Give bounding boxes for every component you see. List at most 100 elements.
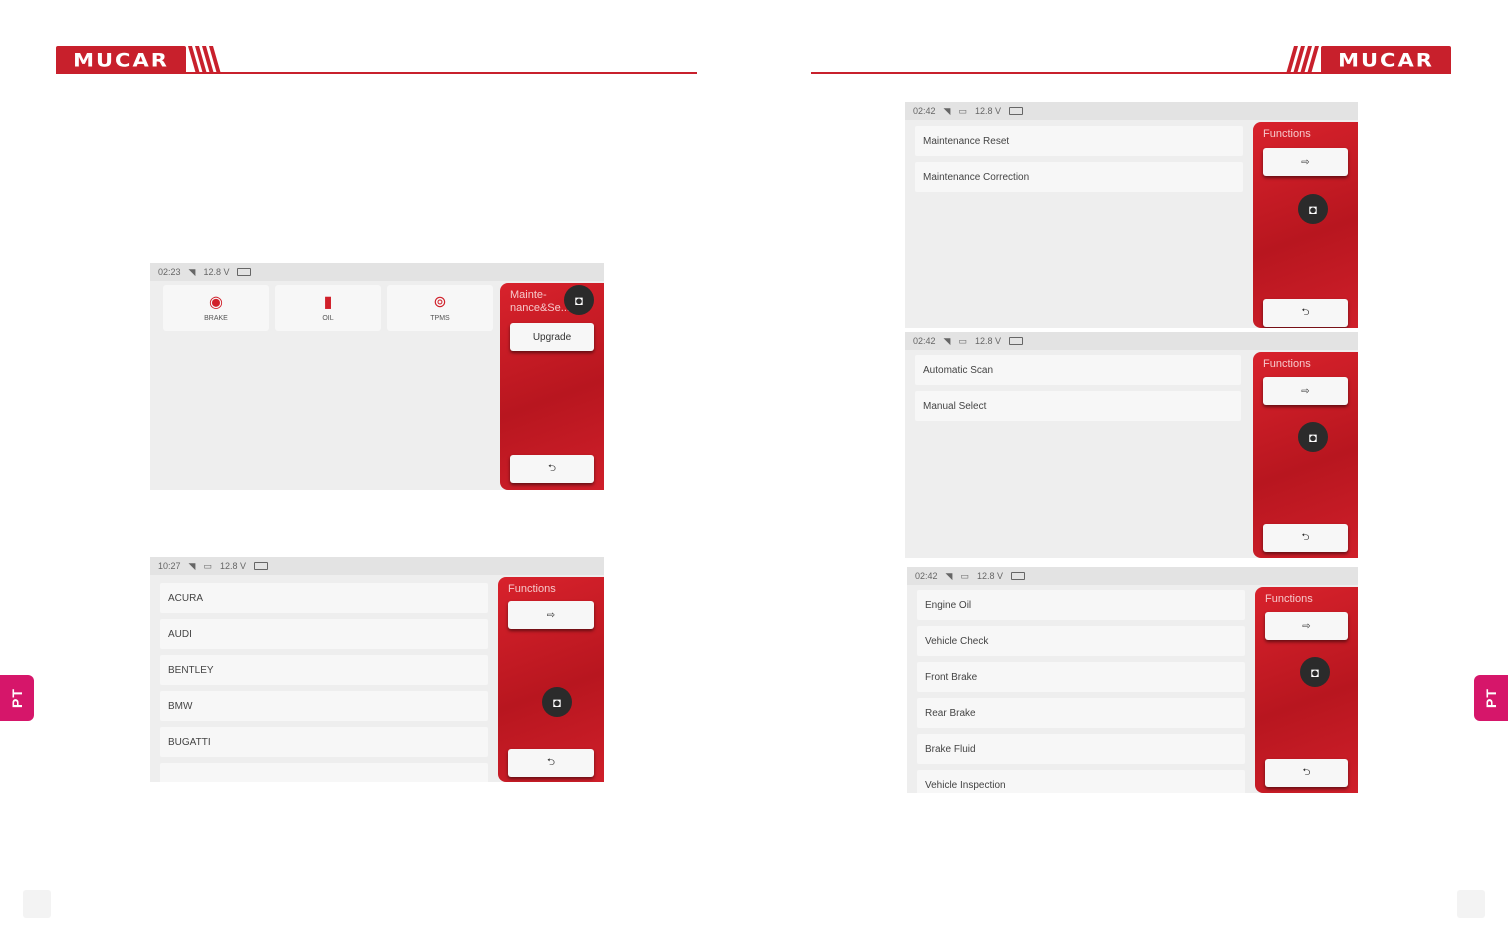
oil-can-icon: ▮ [323, 293, 333, 311]
brand-logo-right: MUCAR [1321, 46, 1451, 74]
camera-icon[interactable]: ◘ [1300, 657, 1330, 687]
logo-stripes-left [188, 46, 221, 74]
status-voltage: 12.8 V [203, 267, 230, 277]
list-item[interactable]: Maintenance Reset [915, 126, 1243, 156]
status-voltage: 12.8 V [219, 561, 246, 571]
tile-brake[interactable]: ◉ BRAKE [163, 285, 269, 331]
back-button[interactable]: ⮌ [1263, 299, 1348, 327]
exit-button[interactable]: ⇨ [1263, 148, 1348, 176]
screenshot-scan: 02:42 ◥ ▭ 12.8 V Automatic Scan Manual S… [905, 332, 1358, 558]
status-time: 02:42 [913, 336, 936, 346]
status-voltage: 12.8 V [974, 336, 1001, 346]
side-panel: Functions ⇨ ◘ ⮌ [498, 577, 604, 782]
battery-icon [1011, 572, 1025, 580]
list-item[interactable]: Engine Oil [917, 590, 1245, 620]
status-bar: 10:27 ◥ ▭ 12.8 V [150, 557, 604, 575]
brake-icon: ◉ [209, 293, 223, 311]
back-arrow-icon: ⮌ [546, 756, 555, 768]
back-button[interactable]: ⮌ [508, 749, 594, 777]
camera-icon[interactable]: ◘ [542, 687, 572, 717]
side-panel: Functions ⇨ ◘ ⮌ [1253, 352, 1358, 558]
panel-title: Functions [1263, 128, 1311, 140]
list-item[interactable]: Vehicle Check [917, 626, 1245, 656]
list-item[interactable]: BENTLEY [160, 655, 488, 685]
wifi-icon: ◥ [945, 570, 953, 581]
upgrade-button[interactable]: Upgrade [510, 323, 594, 351]
battery-icon [237, 268, 252, 276]
wifi-icon: ◥ [943, 335, 951, 346]
panel-title: Functions [508, 583, 556, 595]
exit-icon: ⇨ [1301, 385, 1310, 397]
language-tab-left: PT [0, 675, 34, 721]
exit-button[interactable]: ⇨ [1265, 612, 1348, 640]
language-tab-right: PT [1474, 675, 1508, 721]
status-voltage: 12.8 V [976, 571, 1003, 581]
list-item[interactable]: Maintenance Correction [915, 162, 1243, 192]
exit-button[interactable]: ⇨ [508, 601, 594, 629]
list-item[interactable]: Vehicle Inspection [917, 770, 1245, 793]
vci-icon: ▭ [958, 105, 967, 116]
screenshot-checks: 02:42 ◥ ▭ 12.8 V Engine Oil Vehicle Chec… [907, 567, 1358, 793]
back-button[interactable]: ⮌ [1265, 759, 1348, 787]
list-item[interactable]: Manual Select [915, 391, 1241, 421]
function-list: Automatic Scan Manual Select [915, 355, 1241, 427]
list-item[interactable]: Rear Brake [917, 698, 1245, 728]
brand-logo-left: MUCAR [56, 46, 186, 74]
vci-icon: ▭ [960, 570, 969, 581]
back-button[interactable]: ⮌ [1263, 524, 1348, 552]
status-time: 10:27 [158, 561, 181, 571]
language-tab-label: PT [8, 688, 25, 708]
screenshot-maintenance: 02:42 ◥ ▭ 12.8 V Maintenance Reset Maint… [905, 102, 1358, 328]
list-item[interactable]: BMW [160, 691, 488, 721]
battery-icon [254, 562, 268, 570]
page-number-left [23, 890, 51, 918]
panel-title: Mainte-nance&Se... [510, 289, 570, 314]
exit-icon: ⇨ [1301, 156, 1310, 168]
function-list: Engine Oil Vehicle Check Front Brake Rea… [917, 590, 1245, 793]
camera-icon[interactable]: ◘ [564, 285, 594, 315]
list-item[interactable]: Front Brake [917, 662, 1245, 692]
back-arrow-icon: ⮌ [1302, 766, 1311, 778]
camera-icon[interactable]: ◘ [1298, 194, 1328, 224]
battery-icon [1009, 337, 1023, 345]
panel-title: Functions [1265, 593, 1313, 605]
list-item[interactable]: ACURA [160, 583, 488, 613]
brand-logo-text: MUCAR [73, 49, 169, 71]
battery-icon [1009, 107, 1023, 115]
status-bar: 02:42 ◥ ▭ 12.8 V [905, 332, 1358, 350]
status-bar: 02:23 ◥ 12.8 V [150, 263, 604, 281]
exit-icon: ⇨ [1302, 620, 1311, 632]
list-item-partial[interactable] [160, 763, 488, 782]
side-panel: Functions ⇨ ◘ ⮌ [1253, 122, 1358, 328]
exit-icon: ⇨ [546, 609, 556, 621]
tile-label: TPMS [430, 314, 450, 322]
status-voltage: 12.8 V [974, 106, 1001, 116]
wifi-icon: ◥ [943, 105, 951, 116]
side-panel: Functions ⇨ ◘ ⮌ [1255, 587, 1358, 793]
status-time: 02:23 [158, 267, 181, 277]
list-item[interactable]: Brake Fluid [917, 734, 1245, 764]
brand-list: ACURA AUDI BENTLEY BMW BUGATTI [160, 583, 488, 782]
brand-logo-text: MUCAR [1338, 49, 1434, 71]
tile-oil[interactable]: ▮ OIL [275, 285, 381, 331]
camera-icon[interactable]: ◘ [1298, 422, 1328, 452]
function-list: Maintenance Reset Maintenance Correction [915, 126, 1243, 198]
list-item[interactable]: AUDI [160, 619, 488, 649]
list-item[interactable]: BUGATTI [160, 727, 488, 757]
back-arrow-icon: ⮌ [547, 462, 556, 474]
back-button[interactable]: ⮌ [510, 455, 594, 483]
screenshot-brand-list: 10:27 ◥ ▭ 12.8 V ACURA AUDI BENTLEY BMW … [150, 557, 604, 782]
tile-label: OIL [322, 314, 334, 322]
status-time: 02:42 [915, 571, 938, 581]
list-item[interactable]: Automatic Scan [915, 355, 1241, 385]
back-arrow-icon: ⮌ [1301, 531, 1310, 543]
language-tab-label: PT [1482, 688, 1499, 708]
header-rule-left [56, 72, 697, 74]
panel-title: Functions [1263, 358, 1311, 370]
vci-icon: ▭ [203, 560, 212, 571]
tile-tpms[interactable]: ⊚ TPMS [387, 285, 493, 331]
tile-label: BRAKE [204, 314, 228, 322]
exit-button[interactable]: ⇨ [1263, 377, 1348, 405]
status-bar: 02:42 ◥ ▭ 12.8 V [905, 102, 1358, 120]
wifi-icon: ◥ [188, 560, 196, 571]
